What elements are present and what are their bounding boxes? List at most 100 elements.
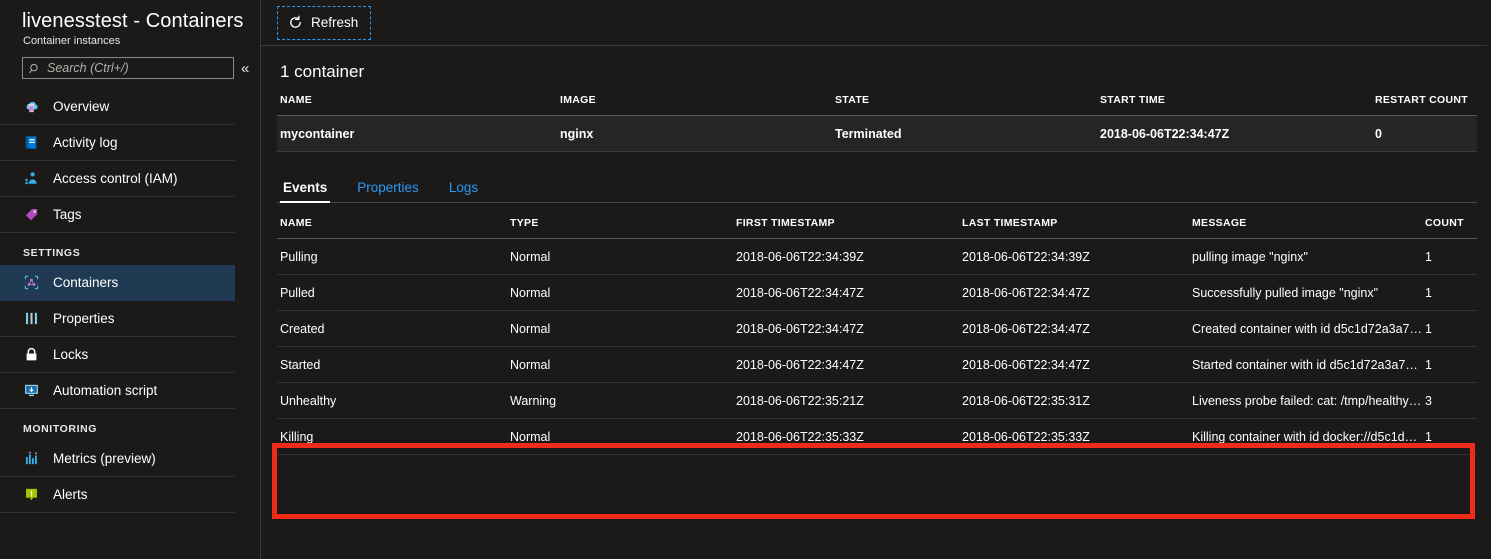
command-toolbar: Refresh xyxy=(261,0,1491,46)
sidebar-search-row: « xyxy=(0,47,260,79)
cell-event-type: Normal xyxy=(507,418,733,455)
cell-event-type: Warning xyxy=(507,382,733,419)
content-area: 1 container NAME IMAGE STATE START TIME … xyxy=(261,46,1491,455)
cell-container-restart-count: 0 xyxy=(1372,115,1477,152)
column-header-restart-count[interactable]: RESTART COUNT xyxy=(1372,94,1477,116)
cell-event-first-timestamp: 2018-06-06T22:34:39Z xyxy=(733,238,959,275)
sidebar-item-label: Tags xyxy=(53,207,82,222)
column-header-image[interactable]: IMAGE xyxy=(557,94,832,116)
cell-event-last-timestamp: 2018-06-06T22:35:33Z xyxy=(959,418,1189,455)
main-scrollbar[interactable] xyxy=(1487,0,1491,559)
sidebar-item-properties[interactable]: Properties xyxy=(0,301,235,337)
table-header-row: NAME IMAGE STATE START TIME RESTART COUN… xyxy=(277,94,1477,116)
cell-event-type: Normal xyxy=(507,346,733,383)
sidebar-item-metrics[interactable]: Metrics (preview) xyxy=(0,441,235,477)
sidebar-group-monitoring-label: MONITORING xyxy=(23,423,98,435)
table-row[interactable]: Pulled Normal 2018-06-06T22:34:47Z 2018-… xyxy=(277,274,1477,311)
search-input[interactable] xyxy=(47,61,227,75)
sidebar-item-label: Alerts xyxy=(53,487,88,502)
column-header-name[interactable]: NAME xyxy=(277,94,557,116)
cell-event-last-timestamp: 2018-06-06T22:34:47Z xyxy=(959,310,1189,347)
refresh-button-label: Refresh xyxy=(311,15,359,30)
table-row[interactable]: Pulling Normal 2018-06-06T22:34:39Z 2018… xyxy=(277,238,1477,275)
cell-event-last-timestamp: 2018-06-06T22:34:39Z xyxy=(959,238,1189,275)
cell-event-last-timestamp: 2018-06-06T22:34:47Z xyxy=(959,274,1189,311)
page-title: livenesstest - Containers xyxy=(22,10,244,32)
lock-icon xyxy=(23,346,40,363)
alerts-icon xyxy=(23,486,40,503)
tab-properties[interactable]: Properties xyxy=(354,180,422,202)
cell-event-type: Normal xyxy=(507,310,733,347)
sidebar-item-overview[interactable]: Overview xyxy=(0,89,235,125)
table-row[interactable]: Created Normal 2018-06-06T22:34:47Z 2018… xyxy=(277,310,1477,347)
column-header-name[interactable]: NAME xyxy=(277,217,507,239)
cell-event-first-timestamp: 2018-06-06T22:34:47Z xyxy=(733,310,959,347)
tab-logs[interactable]: Logs xyxy=(446,180,481,202)
cell-event-count: 1 xyxy=(1422,238,1477,275)
containers-icon xyxy=(23,274,40,291)
sidebar-item-containers[interactable]: Containers xyxy=(0,265,235,301)
sidebar-item-tags[interactable]: Tags xyxy=(0,197,235,233)
sidebar-item-activity-log[interactable]: Activity log xyxy=(0,125,235,161)
refresh-button[interactable]: Refresh xyxy=(277,5,372,40)
cell-event-type: Normal xyxy=(507,238,733,275)
sidebar-item-locks[interactable]: Locks xyxy=(0,337,235,373)
cell-container-start-time: 2018-06-06T22:34:47Z xyxy=(1097,115,1372,152)
cell-event-count: 1 xyxy=(1422,346,1477,383)
table-row[interactable]: Killing Normal 2018-06-06T22:35:33Z 2018… xyxy=(277,418,1477,455)
column-header-last-timestamp[interactable]: LAST TIMESTAMP xyxy=(959,217,1189,239)
sidebar-group-settings-label: SETTINGS xyxy=(23,247,81,259)
cell-event-first-timestamp: 2018-06-06T22:35:21Z xyxy=(733,382,959,419)
column-header-count[interactable]: COUNT xyxy=(1422,217,1477,239)
cell-event-name: Killing xyxy=(277,418,507,455)
sidebar-item-label: Metrics (preview) xyxy=(53,451,156,466)
detail-tabs: Events Properties Logs xyxy=(277,169,1477,203)
sidebar-item-alerts[interactable]: Alerts xyxy=(0,477,235,513)
table-row[interactable]: Unhealthy Warning 2018-06-06T22:35:21Z 2… xyxy=(277,382,1477,419)
sidebar-item-label: Automation script xyxy=(53,383,158,398)
cell-container-image: nginx xyxy=(557,115,832,152)
column-header-state[interactable]: STATE xyxy=(832,94,1097,116)
cell-event-count: 3 xyxy=(1422,382,1477,419)
cloud-overview-icon xyxy=(23,98,40,115)
cell-event-name: Pulling xyxy=(277,238,507,275)
sidebar-item-label: Access control (IAM) xyxy=(53,171,178,186)
collapse-sidebar-button[interactable]: « xyxy=(241,61,249,76)
cell-event-message: Killing container with id docker://d5c1d… xyxy=(1189,418,1422,455)
cell-event-count: 1 xyxy=(1422,274,1477,311)
activity-log-icon xyxy=(23,134,40,151)
table-row[interactable]: mycontainer nginx Terminated 2018-06-06T… xyxy=(277,115,1477,152)
sidebar-item-label: Overview xyxy=(53,99,110,114)
cell-event-first-timestamp: 2018-06-06T22:34:47Z xyxy=(733,346,959,383)
search-box[interactable] xyxy=(22,57,234,79)
table-header-row: NAME TYPE FIRST TIMESTAMP LAST TIMESTAMP… xyxy=(277,217,1477,239)
containers-count-title: 1 container xyxy=(280,62,365,81)
cell-event-count: 1 xyxy=(1422,418,1477,455)
sidebar-item-access-control[interactable]: Access control (IAM) xyxy=(0,161,235,197)
sidebar-item-label: Locks xyxy=(53,347,89,362)
table-row[interactable]: Started Normal 2018-06-06T22:34:47Z 2018… xyxy=(277,346,1477,383)
cell-event-name: Pulled xyxy=(277,274,507,311)
cell-container-name: mycontainer xyxy=(277,115,557,152)
column-header-type[interactable]: TYPE xyxy=(507,217,733,239)
cell-event-first-timestamp: 2018-06-06T22:34:47Z xyxy=(733,274,959,311)
cell-event-count: 1 xyxy=(1422,310,1477,347)
cell-event-name: Unhealthy xyxy=(277,382,507,419)
events-table-wrap: NAME TYPE FIRST TIMESTAMP LAST TIMESTAMP… xyxy=(277,217,1477,455)
cell-event-type: Normal xyxy=(507,274,733,311)
tag-icon xyxy=(23,206,40,223)
column-header-first-timestamp[interactable]: FIRST TIMESTAMP xyxy=(733,217,959,239)
sidebar-item-label: Activity log xyxy=(53,135,118,150)
refresh-icon xyxy=(288,15,303,30)
sidebar-item-automation-script[interactable]: Automation script xyxy=(0,373,235,409)
access-control-icon xyxy=(23,170,40,187)
cell-event-first-timestamp: 2018-06-06T22:35:33Z xyxy=(733,418,959,455)
sidebar-item-label: Properties xyxy=(53,311,115,326)
events-table: NAME TYPE FIRST TIMESTAMP LAST TIMESTAMP… xyxy=(277,217,1477,455)
column-header-message[interactable]: MESSAGE xyxy=(1189,217,1422,239)
page-subtitle: Container instances xyxy=(23,35,121,47)
tab-events[interactable]: Events xyxy=(280,180,331,203)
column-header-start-time[interactable]: START TIME xyxy=(1097,94,1372,116)
properties-icon xyxy=(23,310,40,327)
cell-container-state: Terminated xyxy=(832,115,1097,152)
